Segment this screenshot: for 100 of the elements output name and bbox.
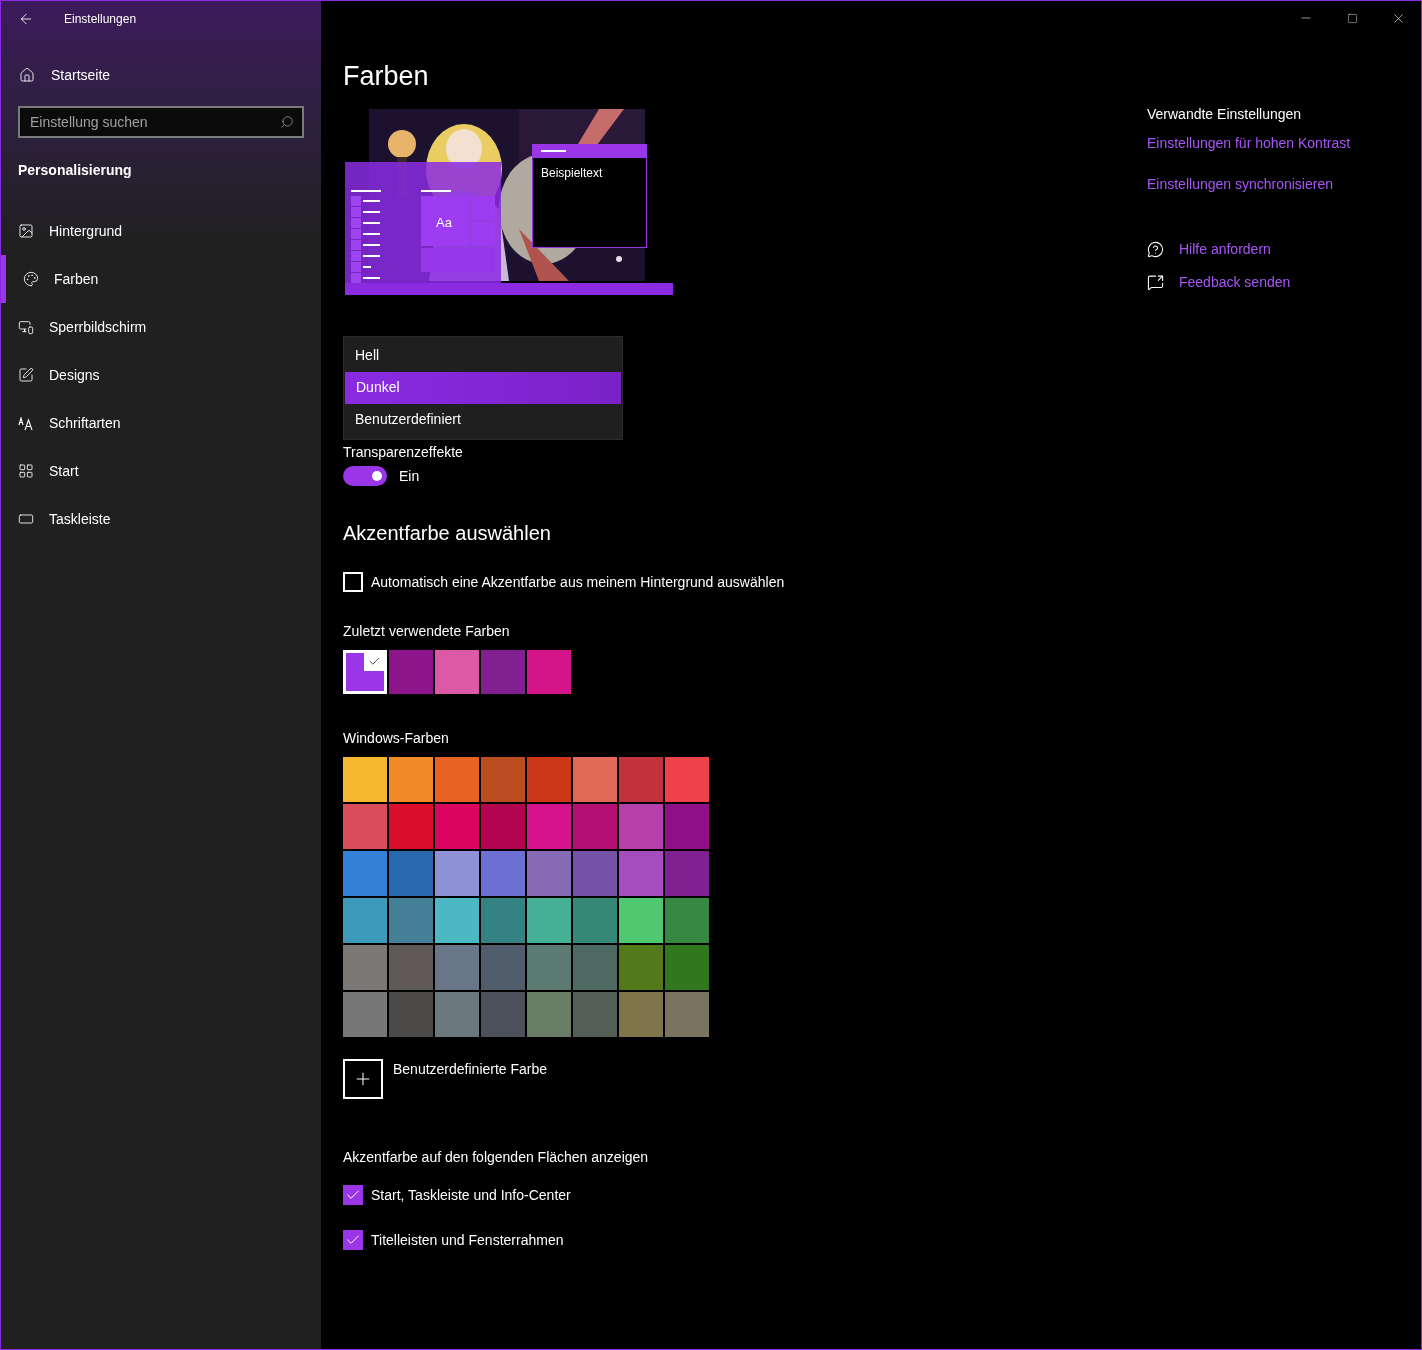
color-swatch[interactable] — [527, 756, 571, 802]
color-swatch[interactable] — [435, 991, 479, 1037]
color-swatch[interactable] — [619, 897, 663, 943]
color-swatch[interactable] — [435, 649, 479, 694]
color-swatch[interactable] — [481, 991, 525, 1037]
feedback-icon — [1147, 274, 1164, 291]
color-swatch[interactable] — [389, 944, 433, 990]
color-swatch[interactable] — [389, 897, 433, 943]
color-swatch[interactable] — [573, 803, 617, 849]
dropdown-option[interactable]: Dunkel — [345, 371, 621, 404]
checkbox[interactable] — [343, 572, 363, 592]
section-heading: Akzentfarbe auswählen — [343, 520, 551, 546]
fonts-icon — [18, 415, 34, 431]
color-swatch[interactable] — [389, 649, 433, 694]
color-swatch[interactable] — [527, 991, 571, 1037]
color-swatch[interactable] — [343, 649, 387, 694]
color-swatch[interactable] — [389, 756, 433, 802]
color-swatch[interactable] — [343, 850, 387, 896]
color-swatch[interactable] — [665, 850, 709, 896]
color-swatch[interactable] — [619, 944, 663, 990]
window-title: Einstellungen — [64, 11, 137, 28]
color-swatch[interactable] — [435, 897, 479, 943]
sample-text: Beispieltext — [541, 164, 604, 182]
color-swatch[interactable] — [573, 944, 617, 990]
checkbox-label: Automatisch eine Akzentfarbe aus meinem Hintergrund auswählen — [371, 572, 785, 592]
custom-color-label: Benutzerdefinierte Farbe — [393, 1059, 548, 1079]
color-swatch[interactable] — [435, 756, 479, 802]
color-swatch[interactable] — [665, 803, 709, 849]
color-swatch[interactable] — [527, 850, 571, 896]
help-link[interactable]: Feedback senden — [1179, 272, 1291, 293]
windows-colors-label: Windows-Farben — [343, 728, 449, 748]
check-icon — [367, 655, 381, 668]
taskbar-icon — [18, 511, 34, 527]
color-swatch[interactable] — [665, 897, 709, 943]
help-link[interactable]: Hilfe anfordern — [1179, 239, 1271, 260]
back-icon[interactable] — [18, 11, 34, 27]
mode-dropdown[interactable]: Hell Dunkel Benutzerdefiniert — [343, 335, 623, 440]
maximize-icon[interactable] — [1346, 12, 1358, 24]
color-swatch[interactable] — [389, 850, 433, 896]
search-field[interactable]: Einstellung suchen — [18, 106, 304, 138]
color-swatch[interactable] — [481, 850, 525, 896]
related-heading: Verwandte Einstellungen — [1147, 105, 1302, 124]
color-swatch[interactable] — [665, 756, 709, 802]
palette-icon — [23, 271, 39, 287]
color-swatch[interactable] — [481, 756, 525, 802]
color-swatch[interactable] — [481, 803, 525, 849]
color-swatch[interactable] — [573, 756, 617, 802]
color-swatch[interactable] — [619, 803, 663, 849]
toggle-switch[interactable] — [343, 466, 387, 486]
color-swatch[interactable] — [389, 991, 433, 1037]
surfaces-label: Akzentfarbe auf den folgenden Flächen anzeigen — [343, 1147, 649, 1167]
color-swatch[interactable] — [481, 649, 525, 694]
sidebar-item[interactable]: Taskleiste — [1, 495, 321, 543]
color-swatch[interactable] — [343, 803, 387, 849]
color-swatch[interactable] — [481, 897, 525, 943]
color-swatch[interactable] — [665, 991, 709, 1037]
checkbox[interactable] — [343, 1185, 363, 1205]
checkbox[interactable] — [343, 1230, 363, 1250]
sidebar-item[interactable]: Sperrbildschirm — [1, 303, 321, 351]
dropdown-option[interactable]: Benutzerdefiniert — [344, 403, 622, 436]
color-swatch[interactable] — [527, 803, 571, 849]
transparency-label: Transparenzeffekte — [343, 442, 463, 462]
color-swatch[interactable] — [619, 850, 663, 896]
checkbox-label: Start, Taskleiste und Info-Center — [371, 1185, 571, 1205]
add-color-button[interactable] — [343, 1058, 383, 1099]
sidebar-item[interactable]: Schriftarten — [1, 399, 321, 447]
related-link[interactable]: Einstellungen synchronisieren — [1147, 174, 1333, 195]
sidebar-item[interactable]: Designs — [1, 351, 321, 399]
sidebar-item[interactable]: Start — [1, 447, 321, 495]
color-swatch[interactable] — [573, 991, 617, 1037]
color-swatch[interactable] — [481, 944, 525, 990]
color-swatch[interactable] — [665, 944, 709, 990]
help-chat-icon — [1147, 241, 1164, 258]
color-swatch[interactable] — [389, 803, 433, 849]
color-swatch[interactable] — [343, 944, 387, 990]
color-swatch[interactable] — [435, 944, 479, 990]
color-swatch[interactable] — [435, 850, 479, 896]
sidebar-item[interactable]: Hintergrund — [1, 207, 321, 255]
search-icon — [280, 115, 294, 129]
color-swatch[interactable] — [573, 897, 617, 943]
color-swatch[interactable] — [527, 649, 571, 694]
section-heading: Personalisierung — [18, 161, 132, 180]
color-swatch[interactable] — [343, 991, 387, 1037]
color-swatch[interactable] — [619, 991, 663, 1037]
home-item[interactable]: Startseite — [1, 54, 321, 96]
color-swatch[interactable] — [343, 897, 387, 943]
screen-lock-icon — [18, 319, 34, 335]
color-swatch[interactable] — [435, 803, 479, 849]
recent-colors-label: Zuletzt verwendete Farben — [343, 621, 510, 641]
picture-icon — [18, 223, 34, 239]
dropdown-option[interactable]: Hell — [344, 339, 622, 372]
color-swatch[interactable] — [619, 756, 663, 802]
color-swatch[interactable] — [527, 944, 571, 990]
tile-text: Aa — [436, 213, 452, 232]
home-icon — [19, 67, 35, 83]
color-swatch[interactable] — [573, 850, 617, 896]
color-swatch[interactable] — [343, 756, 387, 802]
related-link[interactable]: Einstellungen für hohen Kontrast — [1147, 133, 1351, 154]
toggle-state: Ein — [399, 466, 420, 486]
color-swatch[interactable] — [527, 897, 571, 943]
